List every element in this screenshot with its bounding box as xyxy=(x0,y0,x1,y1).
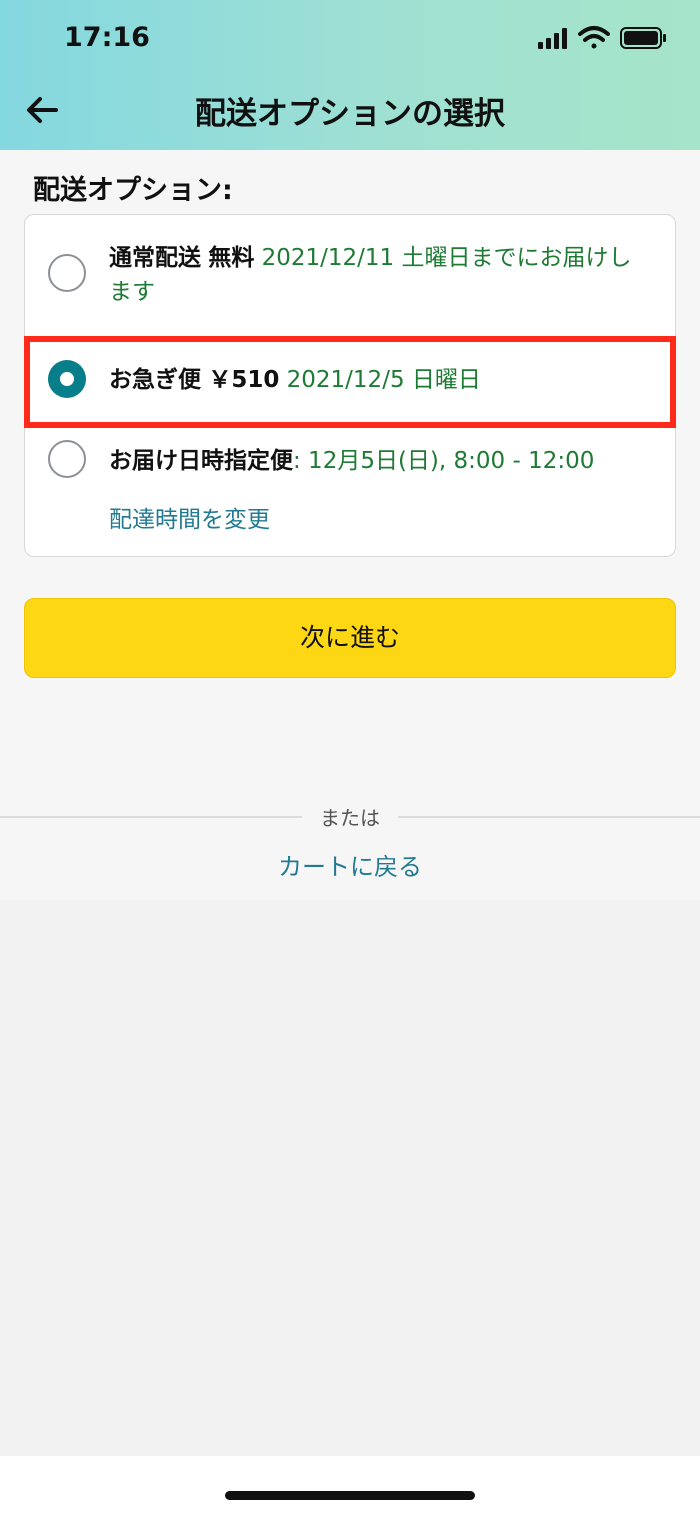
option-express-delivery[interactable]: お急ぎ便 ￥510 2021/12/5 日曜日 xyxy=(24,336,676,428)
option-express-text: お急ぎ便 ￥510 2021/12/5 日曜日 xyxy=(109,363,654,397)
option-standard-delivery[interactable]: 通常配送 無料 2021/12/11 土曜日までにお届けします xyxy=(24,236,676,326)
section-label: 配送オプション: xyxy=(33,175,233,206)
option-price: ￥510 xyxy=(208,367,280,393)
signal-icon xyxy=(538,28,567,49)
page-title: 配送オプションの選択 xyxy=(195,96,505,132)
status-time: 17:16 xyxy=(64,22,150,53)
option-name: お届け日時指定便 xyxy=(109,448,293,474)
option-name: 通常配送 xyxy=(109,245,201,271)
status-icons xyxy=(538,26,666,49)
option-date: 2021/12/5 日曜日 xyxy=(286,367,481,393)
change-delivery-time-link[interactable]: 配達時間を変更 xyxy=(109,500,270,534)
option-scheduled-text: お届け日時指定便: 12月5日(日), 8:00 - 12:00 xyxy=(109,444,669,478)
option-name: お急ぎ便 xyxy=(109,367,201,393)
option-standard-text: 通常配送 無料 2021/12/11 土曜日までにお届けします xyxy=(109,241,654,309)
radio-scheduled-delivery[interactable] xyxy=(48,440,86,478)
option-price: 無料 xyxy=(208,245,255,271)
home-indicator[interactable] xyxy=(225,1491,475,1500)
radio-standard-delivery[interactable] xyxy=(48,254,86,292)
option-date: : 12月5日(日), 8:00 - 12:00 xyxy=(293,448,595,474)
radio-express-delivery[interactable] xyxy=(48,360,86,398)
back-to-cart-link[interactable]: カートに戻る xyxy=(0,847,700,882)
next-button[interactable]: 次に進む xyxy=(24,598,676,678)
bottom-bar xyxy=(0,1456,700,1514)
battery-icon xyxy=(620,27,666,49)
wifi-icon xyxy=(578,26,610,49)
or-label: または xyxy=(302,802,398,831)
